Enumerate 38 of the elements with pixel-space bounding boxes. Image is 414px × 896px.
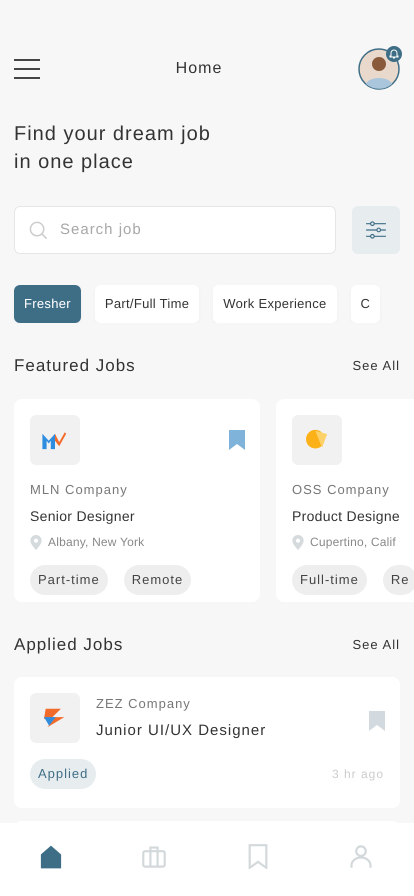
search-field[interactable]: Search job <box>14 206 336 254</box>
company-logo <box>30 414 80 464</box>
avatar[interactable] <box>358 48 400 90</box>
job-location: Cupertino, Calif <box>310 534 396 551</box>
status-tag: Applied <box>30 759 96 789</box>
job-title: Junior UI/UX Designer <box>96 721 266 741</box>
see-all-link[interactable]: See All <box>352 356 400 376</box>
company-name: OSS Company <box>292 480 391 499</box>
job-tag: Full-time <box>292 565 367 595</box>
job-card[interactable]: OSS Company Product Designe Cupertino, Calif Full-time Re <box>276 398 414 602</box>
company-name: ZEZ Company <box>96 694 192 713</box>
job-tag: Remote <box>124 565 192 595</box>
filter-chip[interactable]: C <box>350 285 380 323</box>
filter-chip[interactable]: Part/Full Time <box>94 285 200 323</box>
menu-icon[interactable] <box>14 59 40 79</box>
search-icon <box>29 220 48 240</box>
job-card[interactable]: MLN Company Senior Designer Albany, New York Part-time Remote <box>14 398 260 602</box>
headline: Find your dream job in one place <box>13 122 212 175</box>
section-title: Featured Jobs <box>14 355 136 377</box>
notification-badge[interactable] <box>386 46 402 62</box>
filter-chip[interactable]: Work Experience <box>213 285 337 323</box>
filter-chip[interactable]: Fresher <box>14 285 81 323</box>
search-input[interactable]: Search job <box>60 218 321 242</box>
job-title: Senior Designer <box>30 507 136 526</box>
location-pin-icon <box>292 534 304 550</box>
location-pin-icon <box>30 534 42 550</box>
sliders-icon <box>365 221 387 239</box>
page-title: Home <box>176 59 222 79</box>
section-title: Applied Jobs <box>14 634 124 656</box>
job-tag: Re <box>382 565 414 595</box>
company-logo <box>292 414 342 464</box>
job-location: Albany, New York <box>48 534 144 551</box>
job-title: Product Designe <box>292 507 402 526</box>
see-all-link[interactable]: See All <box>352 634 400 654</box>
company-logo <box>30 693 80 743</box>
job-tag: Part-time <box>30 565 108 595</box>
company-name: MLN Company <box>30 480 129 499</box>
filter-button[interactable] <box>352 206 400 254</box>
